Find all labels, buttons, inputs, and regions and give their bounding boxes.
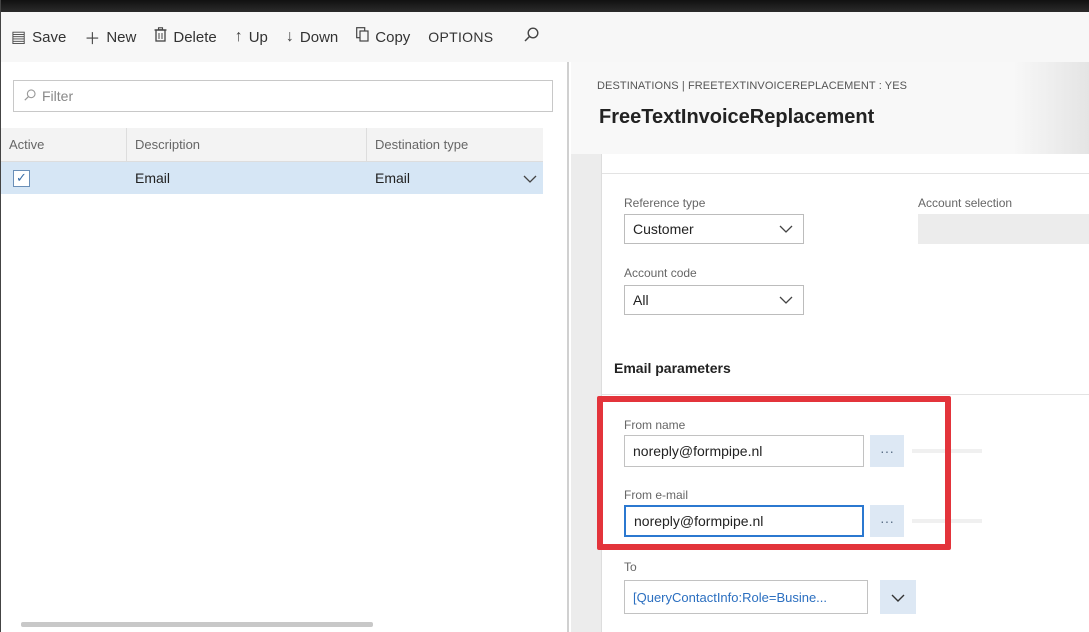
pane-splitter[interactable] [567, 62, 569, 632]
arrow-down-icon: ↓ [285, 28, 294, 45]
from-email-lookup-button[interactable]: ··· [870, 505, 904, 537]
app-window: ▤ Save ＋ New Delete ↑ Up ↓ Down Copy OPT… [0, 0, 1089, 632]
reference-type-value: Customer [633, 221, 694, 237]
card-header-strip [602, 154, 1089, 174]
account-selection-label: Account selection [918, 196, 1013, 210]
new-label: New [106, 28, 137, 46]
new-button[interactable]: ＋ New [75, 20, 145, 54]
search-icon [24, 88, 36, 104]
search-icon [524, 27, 539, 47]
account-code-value: All [633, 292, 649, 308]
filter-placeholder: Filter [42, 88, 74, 104]
save-label: Save [32, 28, 67, 46]
horizontal-scrollbar[interactable] [21, 622, 373, 627]
ellipsis-icon: ··· [880, 513, 894, 529]
delete-button[interactable]: Delete [145, 20, 225, 54]
save-icon: ▤ [11, 29, 27, 46]
reference-type-select[interactable]: Customer [624, 214, 804, 244]
to-field[interactable]: [QueryContactInfo:Role=Busine... [624, 580, 868, 614]
search-button[interactable] [502, 20, 548, 54]
from-name-label: From name [624, 418, 686, 432]
from-email-field[interactable]: noreply@formpipe.nl [624, 505, 864, 537]
options-label: OPTIONS [428, 29, 494, 45]
column-header-active[interactable]: Active [1, 128, 127, 161]
row-destination-type-cell[interactable]: Email [367, 162, 543, 194]
chevron-down-icon [779, 292, 793, 307]
arrow-up-icon: ↑ [234, 28, 243, 45]
from-name-value: noreply@formpipe.nl [633, 443, 763, 459]
chevron-down-icon [779, 221, 793, 236]
row-description-cell[interactable]: Email [127, 162, 367, 194]
ellipsis-icon: ··· [880, 443, 894, 459]
down-button[interactable]: ↓ Down [277, 20, 347, 54]
to-dropdown-button[interactable] [880, 580, 916, 614]
account-code-label: Account code [624, 266, 697, 280]
from-name-field[interactable]: noreply@formpipe.nl [624, 435, 864, 467]
table-row[interactable]: ✓ Email Email [1, 162, 543, 194]
filter-input[interactable]: Filter [13, 80, 553, 112]
plus-icon: ＋ [84, 31, 101, 48]
action-toolbar: ▤ Save ＋ New Delete ↑ Up ↓ Down Copy OPT… [1, 12, 1089, 62]
down-label: Down [299, 28, 339, 46]
email-parameters-card: Email parameters From name noreply@formp… [601, 342, 1089, 632]
column-header-description[interactable]: Description [127, 128, 367, 161]
up-label: Up [248, 28, 268, 46]
delete-label: Delete [173, 28, 217, 46]
list-pane: Filter Active Description Destination ty… [1, 62, 567, 632]
to-value: [QueryContactInfo:Role=Busine... [633, 589, 828, 605]
section-divider [602, 394, 1089, 395]
grid-header: Active Description Destination type [1, 128, 543, 162]
account-code-select[interactable]: All [624, 285, 804, 315]
trash-icon [154, 27, 167, 47]
destinations-grid: Active Description Destination type ✓ Em… [1, 128, 543, 194]
faded-control [912, 449, 982, 453]
from-name-lookup-button[interactable]: ··· [870, 435, 904, 467]
email-parameters-heading: Email parameters [614, 360, 731, 376]
destination-type-value: Email [375, 170, 411, 186]
breadcrumb: DESTINATIONS | FREETEXTINVOICEREPLACEMEN… [597, 80, 908, 92]
save-button[interactable]: ▤ Save [11, 20, 75, 54]
copy-label: Copy [375, 28, 411, 46]
page-title: FreeTextInvoiceReplacement [599, 106, 875, 128]
chevron-down-icon [891, 589, 905, 606]
window-top-bar [1, 0, 1089, 12]
detail-pane: DESTINATIONS | FREETEXTINVOICEREPLACEMEN… [571, 62, 1089, 632]
copy-button[interactable]: Copy [347, 20, 419, 54]
account-selection-field[interactable] [918, 214, 1089, 244]
to-label: To [624, 560, 637, 574]
chevron-down-icon[interactable] [523, 171, 537, 186]
faded-control [912, 519, 982, 523]
options-menu[interactable]: OPTIONS [419, 20, 502, 54]
column-header-destination-type[interactable]: Destination type [367, 128, 543, 161]
from-email-label: From e-mail [624, 488, 689, 502]
copy-icon [356, 27, 369, 47]
from-email-value: noreply@formpipe.nl [634, 513, 764, 529]
row-active-cell: ✓ [1, 162, 127, 194]
reference-type-label: Reference type [624, 196, 706, 210]
up-button[interactable]: ↑ Up [226, 20, 277, 54]
active-checkbox[interactable]: ✓ [13, 169, 30, 187]
